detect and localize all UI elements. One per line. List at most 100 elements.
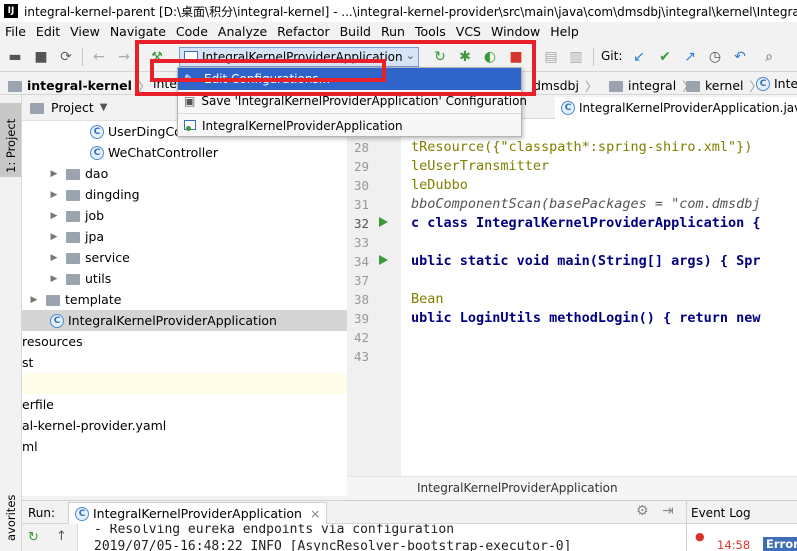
rerun-icon[interactable]: ↻ [28, 530, 39, 545]
run-config-dropdown[interactable]: IntegralKernelProviderApplication ⌄ [179, 47, 419, 67]
attach-icon[interactable]: ▤ [542, 48, 560, 66]
expand-arrow-icon[interactable]: ▶ [48, 274, 60, 284]
git-update-icon[interactable]: ↙ [630, 48, 648, 66]
chevron-down-icon[interactable]: ▼ [100, 102, 108, 113]
forward-icon[interactable]: → [115, 48, 133, 66]
favorites-tool-button[interactable]: avorites [0, 487, 21, 547]
run-label: Run: [28, 506, 56, 520]
menu-vcs[interactable]: VCS [451, 24, 486, 39]
breadcrumb-inte[interactable]: inte [153, 76, 177, 91]
deploy-icon[interactable]: ▥ [567, 48, 585, 66]
tree-item-service[interactable]: ▶ service [48, 247, 130, 268]
breadcrumb-integral[interactable]: integral 〉 [609, 76, 695, 94]
project-tool-label: 1: Project [4, 118, 18, 173]
expand-arrow-icon[interactable]: ▶ [48, 211, 60, 221]
menu-view[interactable]: View [65, 24, 105, 39]
tree-item-job[interactable]: ▶ job [48, 205, 105, 226]
tree-item-dao[interactable]: ▶ dao [48, 163, 109, 184]
rerun-icon[interactable]: ↻ [431, 48, 449, 66]
event-log-label[interactable]: Event Log [691, 506, 751, 520]
menu-file[interactable]: File [0, 24, 31, 39]
coverage-icon[interactable]: ◐ [481, 48, 499, 66]
breadcrumb-dmsdbj[interactable]: dmsdbj 〉 [533, 76, 597, 94]
tree-item-ml[interactable]: ml [22, 436, 38, 457]
menu-tools[interactable]: Tools [410, 24, 451, 39]
run-console[interactable]: ↻ ↑ - Resolving eureka endpoints via con… [22, 524, 686, 551]
tree-item-dingding[interactable]: ▶ dingding [48, 184, 140, 205]
breadcrumb-label: kernel [705, 78, 744, 93]
tree-item-label: UserDingCo [108, 124, 182, 139]
breadcrumb-integral-kernel[interactable]: integral-kernel 〉 [8, 76, 151, 94]
menu-edit[interactable]: Edit [31, 24, 65, 39]
tree-item-label: utils [85, 271, 112, 286]
code-line: bboComponentScan(basePackages = "com.dms… [411, 196, 761, 212]
back-icon[interactable]: ← [90, 48, 108, 66]
git-push-icon[interactable]: ↗ [681, 48, 699, 66]
close-icon[interactable]: × [310, 506, 320, 521]
console-toolbar: ↻ ↑ [22, 524, 78, 551]
edit-configurations-item[interactable]: ✎ Edit Configurations... [178, 68, 521, 90]
menu-run[interactable]: Run [376, 24, 410, 39]
application-config-item[interactable]: IntegralKernelProviderApplication [178, 115, 521, 137]
error-badge[interactable]: Error [763, 537, 797, 551]
breadcrumb-kernel[interactable]: kernel 〉 [686, 76, 762, 94]
tree-item-st[interactable]: st [22, 352, 33, 373]
build-icon[interactable]: ⚒ [148, 48, 166, 66]
project-view-label[interactable]: Project [51, 100, 94, 115]
sync-icon[interactable]: ⟳ [57, 48, 75, 66]
tree-item-wechatcontroller[interactable]: C WeChatController [90, 142, 218, 163]
menu-window[interactable]: Window [486, 24, 545, 39]
breadcrumb-separator: 〉 [137, 79, 151, 94]
save-all-icon[interactable]: ■ [32, 48, 50, 66]
menu-navigate[interactable]: Navigate [105, 24, 171, 39]
history-icon[interactable]: ◷ [706, 48, 724, 66]
tree-item-userdingco[interactable]: C UserDingCo [90, 121, 182, 142]
tree-item-utils[interactable]: ▶ utils [48, 268, 112, 289]
expand-arrow-icon[interactable]: ▶ [48, 232, 60, 242]
line-number: 37 [353, 273, 369, 288]
hide-icon[interactable]: ⇥ [662, 503, 674, 519]
breadcrumb-label: dmsdbj [533, 78, 579, 93]
up-icon[interactable]: ↑ [56, 529, 67, 544]
git-commit-icon[interactable]: ✔ [656, 48, 674, 66]
stop-icon[interactable]: ■ [507, 48, 525, 66]
chevron-down-icon: ⌄ [405, 49, 415, 62]
menu-analyze[interactable]: Analyze [213, 24, 272, 39]
menu-refactor[interactable]: Refactor [272, 24, 334, 39]
title-bar: IJ integral-kernel-parent [D:\桌面\积分\inte… [0, 0, 797, 22]
tree-item-label: erfile [22, 397, 54, 412]
tree-item-yaml[interactable]: al-kernel-provider.yaml [22, 415, 166, 436]
run-tab[interactable]: C IntegralKernelProviderApplication × [68, 502, 328, 524]
menu-help[interactable]: Help [545, 24, 584, 39]
code-line: ublic LoginUtils methodLogin() { return … [411, 310, 761, 326]
tree-item-resources[interactable]: resources [22, 331, 83, 352]
favorites-tool-label: avorites [4, 494, 18, 541]
open-icon[interactable]: ▬ [6, 48, 24, 66]
run-gutter-icon[interactable] [379, 217, 388, 227]
code-text: bboComponentScan(basePackages = "com.dms… [411, 196, 761, 212]
settings-icon[interactable]: ⚙ [636, 503, 649, 519]
error-icon: ● [695, 530, 705, 543]
project-tool-button[interactable]: 1: Project [0, 103, 21, 177]
expand-arrow-icon[interactable]: ▶ [28, 295, 40, 305]
menu-code[interactable]: Code [171, 24, 213, 39]
menu-build[interactable]: Build [335, 24, 376, 39]
code-editor[interactable]: lient 28 tResource({"classpath*:spring-s… [347, 119, 797, 496]
tree-item-template[interactable]: ▶ template [28, 289, 122, 310]
search-everywhere-icon[interactable]: ⌕ [760, 48, 778, 66]
expand-arrow-icon[interactable]: ▶ [48, 190, 60, 200]
breadcrumb-integ[interactable]: C Integ [756, 76, 797, 91]
run-gutter-icon[interactable] [379, 255, 388, 265]
tree-item-highlighted-row[interactable] [22, 373, 347, 394]
tree-item-jpa[interactable]: ▶ jpa [48, 226, 105, 247]
tree-item-integralkernelproviderapplication[interactable]: C IntegralKernelProviderApplication [22, 310, 347, 331]
debug-icon[interactable]: ✱ [456, 48, 474, 66]
editor-tab[interactable]: C IntegralKernelProviderApplication.java [555, 97, 797, 119]
code-text: c class IntegralKernelProviderApplicatio… [411, 215, 761, 231]
tree-item-erfile[interactable]: erfile [22, 394, 54, 415]
expand-arrow-icon[interactable]: ▶ [48, 253, 60, 263]
expand-arrow-icon[interactable]: ▶ [48, 169, 60, 179]
editor-breadcrumb[interactable]: IntegralKernelProviderApplication [347, 476, 797, 498]
save-configuration-item[interactable]: ▣ Save 'IntegralKernelProviderApplicatio… [178, 90, 527, 112]
revert-icon[interactable]: ↶ [731, 48, 749, 66]
